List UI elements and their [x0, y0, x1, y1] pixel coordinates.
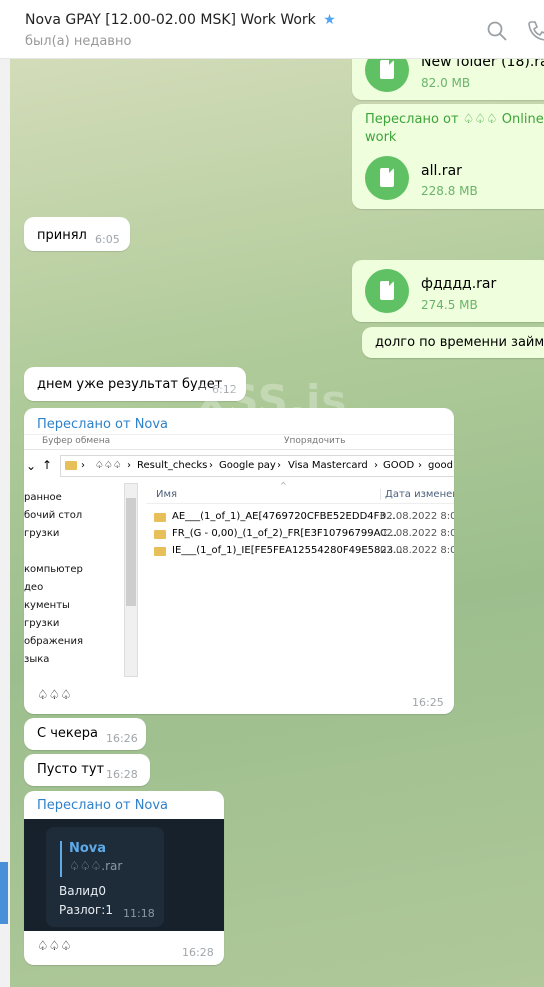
- forwarded-label[interactable]: Переслано от ♤♤♤ Online: [365, 112, 544, 127]
- scrollbar-thumb: [126, 498, 136, 606]
- message-caption: ♤♤♤: [37, 939, 72, 954]
- file-icon[interactable]: [365, 269, 409, 313]
- file-row-name: IE___(1_of_1)_IE[FE5FEA12554280F49E5823.…: [172, 545, 403, 556]
- folder-icon: [154, 513, 166, 522]
- message-incoming[interactable]: Пусто тут 16:28: [24, 754, 150, 786]
- folder-icon: [154, 547, 166, 556]
- message-incoming[interactable]: С чекера 16:26: [24, 718, 146, 750]
- breadcrumb-separator: ›: [418, 460, 422, 471]
- message-outgoing[interactable]: долго по временни займёт: [362, 327, 544, 358]
- file-row-date: 02.08.2022 8:02: [380, 511, 454, 522]
- message-forwarded-file-2[interactable]: Переслано от ♤♤♤ Online work all.rar 228…: [352, 104, 544, 209]
- file-size: 82.0 MB: [421, 76, 471, 90]
- explorer-nav-pane: ранное бочий стол грузки компьютер део к…: [24, 489, 139, 669]
- file-row-name: FR_(G - 0,00)_(1_of_2)_FR[E3F10796799AC.…: [172, 528, 397, 539]
- nav-scrollbar: [124, 483, 138, 677]
- nav-item: ранное: [24, 492, 62, 503]
- forwarded-label[interactable]: Переслано от Nova: [37, 798, 168, 813]
- reply-bar: [60, 841, 62, 877]
- chat-title[interactable]: Nova GPAY [12.00-02.00 MSK] Work Work: [25, 12, 316, 28]
- star-icon: ★: [323, 12, 336, 28]
- inner-message: Nova ♤♤♤.rar Валид0 Разлог:1 11:18: [46, 827, 164, 927]
- column-name: Имя: [156, 489, 178, 500]
- breadcrumb-item: Visa Mastercard: [288, 460, 368, 471]
- file-row-name: AE___(1_of_1)_AE[4769720CFBE52EDD4F3...: [172, 511, 396, 522]
- watermark: XSS.is: [195, 376, 348, 425]
- nav-item: ображения: [24, 636, 83, 647]
- inner-line-1: Валид0: [59, 884, 106, 898]
- inner-line-2: Разлог:1: [59, 903, 113, 917]
- file-size: 228.8 MB: [421, 184, 478, 198]
- explorer-screenshot[interactable]: Буфер обмена Упорядочить ⌄ ↑ › ♤♤♤ › Res…: [24, 434, 454, 679]
- file-name[interactable]: фдддд.rar: [421, 276, 496, 292]
- message-time: 16:28: [106, 768, 138, 781]
- file-row-date: 02.08.2022 8:03: [380, 528, 454, 539]
- explorer-column-headers: Имя ^ Дата изменения: [146, 481, 454, 504]
- message-text: Пусто тут: [37, 762, 105, 777]
- nav-item: део: [24, 582, 44, 593]
- phone-icon[interactable]: [527, 20, 544, 42]
- breadcrumb-item: good: [428, 460, 453, 471]
- nav-item: бочий стол: [24, 510, 83, 521]
- nav-item: грузки: [24, 528, 60, 539]
- file-row: IE___(1_of_1)_IE[FE5FEA12554280F49E5823.…: [154, 545, 454, 561]
- message-text: долго по временни займёт: [375, 335, 544, 350]
- message-time: 16:25: [412, 696, 444, 709]
- explorer-address-bar: ⌄ ↑ › ♤♤♤ › Result_checks › Google pay ›…: [24, 451, 454, 479]
- file-name[interactable]: all.rar: [421, 163, 462, 179]
- breadcrumb-separator: ›: [277, 460, 281, 471]
- chat-title-row[interactable]: Nova GPAY [12.00-02.00 MSK] Work Work ★: [25, 12, 336, 28]
- forwarded-image[interactable]: Nova ♤♤♤.rar Валид0 Разлог:1 11:18: [24, 819, 224, 931]
- explorer-ribbon: Буфер обмена Упорядочить: [24, 435, 454, 450]
- chevron-down-icon: ⌄: [26, 459, 37, 473]
- inner-time: 11:18: [123, 907, 155, 920]
- forwarded-label[interactable]: Переслано от Nova: [37, 417, 168, 432]
- nav-item: компьютер: [24, 564, 83, 575]
- inner-file: ♤♤♤.rar: [69, 859, 123, 873]
- message-text: принял: [37, 228, 87, 243]
- ribbon-organize: Упорядочить: [284, 436, 346, 446]
- selection-marker: [0, 862, 8, 924]
- breadcrumb-separator: ›: [209, 460, 213, 471]
- breadcrumb-separator: ›: [127, 460, 131, 471]
- chat-status: был(а) недавно: [25, 34, 132, 49]
- folder-icon: [65, 461, 77, 470]
- file-row: FR_(G - 0,00)_(1_of_2)_FR[E3F10796799AC.…: [154, 528, 454, 544]
- file-icon[interactable]: [365, 156, 409, 200]
- message-time: 6:05: [95, 233, 120, 246]
- nav-item: [24, 543, 139, 561]
- nav-item: кументы: [24, 600, 70, 611]
- column-date: Дата изменения: [380, 489, 454, 500]
- message-caption: ♤♤♤: [37, 688, 72, 703]
- message-file-3[interactable]: фдддд.rar 274.5 MB: [352, 260, 544, 322]
- sort-arrow-icon: ^: [280, 481, 287, 490]
- breadcrumb-item: ♤♤♤: [95, 460, 122, 471]
- file-size: 274.5 MB: [421, 298, 478, 312]
- file-row-date: 02.08.2022 8:03: [380, 545, 454, 556]
- ribbon-clipboard: Буфер обмена: [42, 436, 111, 446]
- file-row: AE___(1_of_1)_AE[4769720CFBE52EDD4F3... …: [154, 511, 454, 527]
- message-time: 16:26: [106, 732, 138, 745]
- nav-item: зыка: [24, 654, 50, 665]
- breadcrumb-separator: ›: [81, 460, 85, 471]
- breadcrumb-separator: ›: [374, 460, 378, 471]
- message-text: С чекера: [37, 726, 98, 741]
- folder-icon: [154, 530, 166, 539]
- up-arrow-icon: ↑: [42, 458, 53, 472]
- inner-sender: Nova: [69, 841, 107, 856]
- forwarded-label-line2[interactable]: work: [365, 130, 396, 145]
- breadcrumb-item: GOOD: [383, 460, 415, 471]
- search-icon[interactable]: [486, 20, 508, 42]
- breadcrumb-item: Google pay: [219, 460, 276, 471]
- message-time: 16:28: [182, 946, 214, 959]
- nav-item: грузки: [24, 618, 60, 629]
- breadcrumb-item: Result_checks: [137, 460, 208, 471]
- chat-header: Nova GPAY [12.00-02.00 MSK] Work Work ★ …: [0, 0, 544, 59]
- left-panel-strip: [0, 58, 10, 987]
- message-incoming[interactable]: принял 6:05: [24, 217, 130, 251]
